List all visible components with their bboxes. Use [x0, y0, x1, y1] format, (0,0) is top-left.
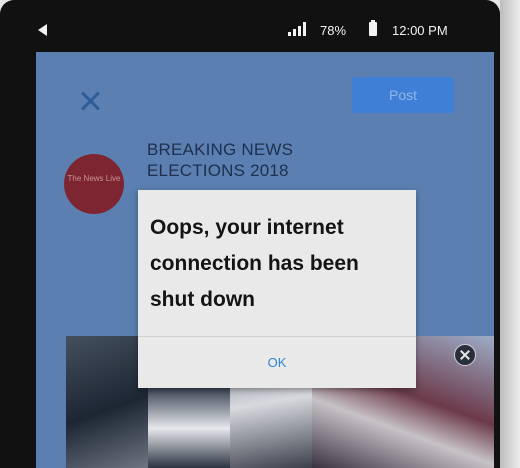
battery-icon	[369, 20, 377, 36]
dialog-message: Oops, your internet connection has been …	[150, 216, 359, 311]
avatar: The News Live	[64, 154, 124, 214]
background-edge	[500, 0, 520, 468]
headline-line-2: ELECTIONS 2018	[147, 161, 289, 180]
signal-icon	[288, 22, 310, 36]
error-dialog: Oops, your internet connection has been …	[138, 190, 416, 388]
status-bar: 78% 12:00 PM	[26, 14, 496, 50]
status-time: 12:00 PM	[392, 23, 448, 38]
phone-frame: 78% 12:00 PM Post The News Live BREAKING…	[0, 0, 500, 468]
close-icon[interactable]	[80, 90, 102, 112]
battery-percentage: 78%	[320, 23, 347, 38]
back-icon[interactable]	[38, 24, 47, 36]
headline-line-1: BREAKING NEWS	[147, 140, 294, 159]
post-button[interactable]: Post	[352, 77, 454, 113]
post-headline: BREAKING NEWS ELECTIONS 2018	[147, 139, 293, 181]
ok-button[interactable]: OK	[138, 337, 416, 388]
attached-photo	[66, 336, 148, 468]
remove-photo-icon[interactable]	[454, 344, 476, 366]
